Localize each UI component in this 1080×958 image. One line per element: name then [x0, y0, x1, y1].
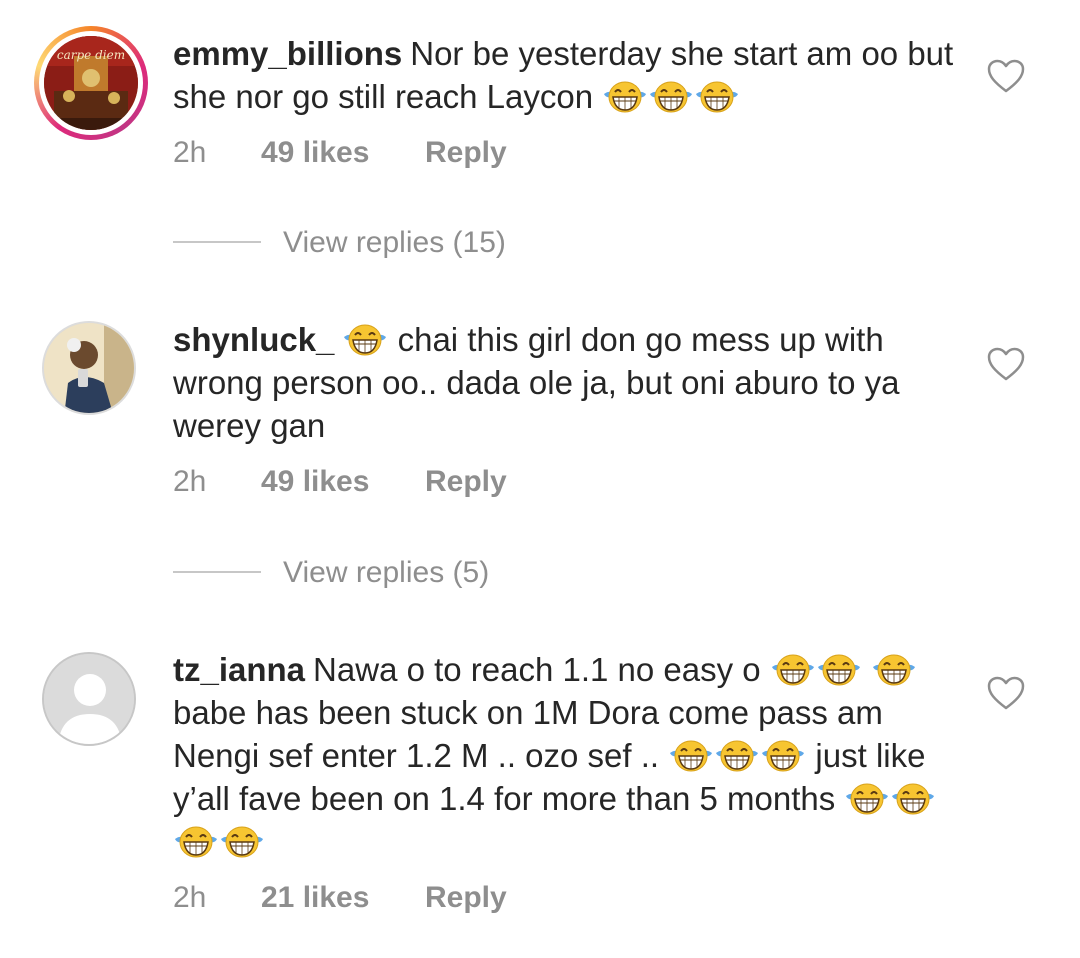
view-replies-button[interactable]: View replies (5): [173, 556, 489, 590]
laughing-tears-emoji: [771, 653, 815, 687]
view-replies-label: View replies (15): [283, 226, 506, 259]
comment-time: 2h: [173, 136, 207, 169]
heart-outline-icon[interactable]: [986, 675, 1026, 711]
laughing-tears-emoji: [761, 739, 805, 773]
laughing-tears-emoji: [845, 782, 889, 816]
avatar[interactable]: [42, 321, 136, 415]
username[interactable]: tz_ianna: [173, 651, 305, 688]
laughing-tears-emoji: [603, 80, 647, 114]
avatar[interactable]: carpe diem: [44, 36, 138, 130]
heart-outline-icon[interactable]: [986, 346, 1026, 382]
comment-text: shynluck_ chai this girl don go mess up …: [173, 318, 963, 447]
default-avatar-silhouette: [44, 654, 134, 744]
comment-meta: 2h 49 likes Reply: [173, 465, 507, 499]
avatar-image: [44, 323, 134, 413]
divider: [173, 241, 261, 244]
comment-text: emmy_billions Nor be yesterday she start …: [173, 32, 963, 118]
like-count[interactable]: 49 likes: [261, 465, 425, 499]
comment-time: 2h: [173, 465, 207, 498]
story-ring[interactable]: carpe diem: [34, 26, 148, 140]
laughing-tears-emoji: [649, 80, 693, 114]
like-count[interactable]: 49 likes: [261, 136, 425, 170]
laughing-tears-emoji: [220, 825, 264, 859]
laughing-tears-emoji: [669, 739, 713, 773]
comment-time: 2h: [173, 881, 207, 914]
comment-text: tz_ianna Nawa o to reach 1.1 no easy o ba…: [173, 648, 963, 863]
laughing-tears-emoji: [872, 653, 916, 687]
laughing-tears-emoji: [817, 653, 861, 687]
laughing-tears-emoji: [891, 782, 935, 816]
username[interactable]: emmy_billions: [173, 35, 402, 72]
reply-button[interactable]: Reply: [425, 881, 507, 915]
reply-button[interactable]: Reply: [425, 136, 507, 170]
comment-body-part1: Nawa o to reach 1.1 no easy o: [313, 651, 761, 688]
laughing-tears-emoji: [695, 80, 739, 114]
heart-outline-icon[interactable]: [986, 58, 1026, 94]
view-replies-label: View replies (5): [283, 556, 490, 589]
laughing-tears-emoji: [174, 825, 218, 859]
view-replies-button[interactable]: View replies (15): [173, 226, 506, 260]
reply-button[interactable]: Reply: [425, 465, 507, 499]
laughing-tears-emoji: [715, 739, 759, 773]
comment-meta: 2h 21 likes Reply: [173, 881, 507, 915]
divider: [173, 571, 261, 574]
like-count[interactable]: 21 likes: [261, 881, 425, 915]
username[interactable]: shynluck_: [173, 321, 334, 358]
story-ring-inner: carpe diem: [39, 31, 143, 135]
comment-meta: 2h 49 likes Reply: [173, 136, 507, 170]
default-avatar-icon[interactable]: [42, 652, 136, 746]
avatar-caption: carpe diem: [56, 48, 126, 62]
laughing-tears-emoji: [343, 323, 387, 357]
